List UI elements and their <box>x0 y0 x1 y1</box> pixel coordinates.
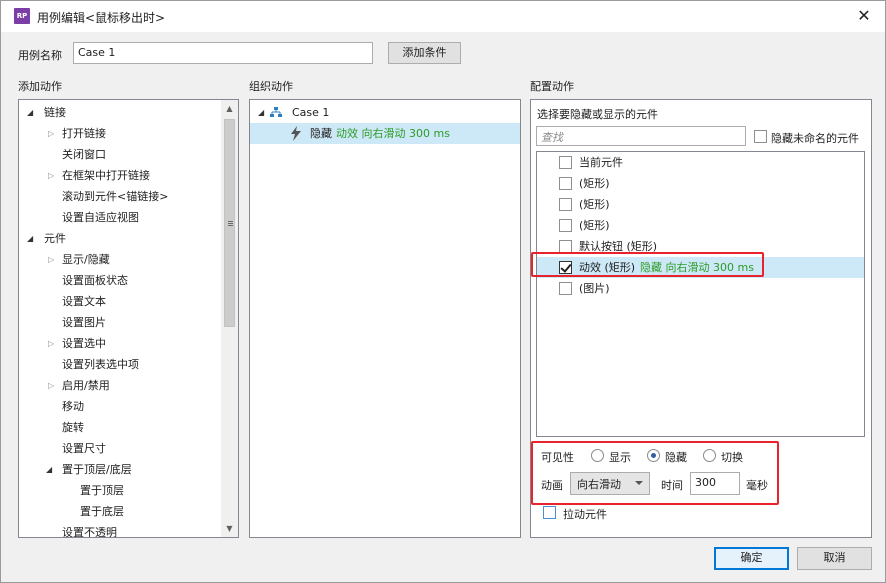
tree-item-set-size[interactable]: 设置尺寸 <box>19 438 238 459</box>
tree-item-set-adaptive-view[interactable]: 设置自适应视图 <box>19 207 238 228</box>
widget-search-input[interactable]: 查找 <box>536 126 746 146</box>
tree-item-set-text[interactable]: 设置文本 <box>19 291 238 312</box>
widget-row[interactable]: (矩形) <box>537 194 864 215</box>
add-condition-button[interactable]: 添加条件 <box>388 42 461 64</box>
tree-item-close-window[interactable]: 关闭窗口 <box>19 144 238 165</box>
tree-item-set-list-selected[interactable]: 设置列表选中项 <box>19 354 238 375</box>
cancel-button[interactable]: 取消 <box>797 547 872 570</box>
widget-checkbox[interactable] <box>559 219 572 232</box>
collapsed-triangle-icon[interactable]: ▷ <box>48 333 54 354</box>
tree-item-open-link[interactable]: ▷ 打开链接 <box>19 123 238 144</box>
widget-row[interactable]: (图片) <box>537 278 864 299</box>
tree-group-bring-front-back[interactable]: ◢ 置于顶层/底层 <box>19 459 238 480</box>
lightning-icon <box>291 126 301 141</box>
tree-item-send-to-back[interactable]: 置于底层 <box>19 501 238 522</box>
collapsed-triangle-icon[interactable]: ▷ <box>48 123 54 144</box>
tree-item-set-image[interactable]: 设置图片 <box>19 312 238 333</box>
widget-checkbox[interactable] <box>559 282 572 295</box>
tree-item-rotate[interactable]: 旋转 <box>19 417 238 438</box>
expanded-triangle-icon[interactable]: ◢ <box>258 102 264 123</box>
case-tree-icon <box>270 107 282 117</box>
add-actions-heading: 添加动作 <box>18 80 62 93</box>
collapsed-triangle-icon[interactable]: ▷ <box>48 375 54 396</box>
tree-item-move[interactable]: 移动 <box>19 396 238 417</box>
title-bar: RP 用例编辑<鼠标移出时> ✕ <box>1 1 885 32</box>
hide-unnamed-label: 隐藏未命名的元件 <box>771 132 859 145</box>
ok-button[interactable]: 确定 <box>714 547 789 570</box>
organize-actions-tree: ◢ Case 1 隐藏 动效 向右滑动 300 ms <box>249 99 521 538</box>
widget-checkbox[interactable] <box>559 156 572 169</box>
annotation-highlight-visibility-settings <box>531 441 779 505</box>
tree-group-links[interactable]: ◢ 链接 <box>19 102 238 123</box>
scroll-down-arrow-icon[interactable]: ▼ <box>221 520 238 537</box>
tree-item-set-panel-state[interactable]: 设置面板状态 <box>19 270 238 291</box>
widget-checkbox[interactable] <box>559 198 572 211</box>
tree-item-bring-to-front[interactable]: 置于顶层 <box>19 480 238 501</box>
tree-item-enable-disable[interactable]: ▷ 启用/禁用 <box>19 375 238 396</box>
add-actions-tree: ◢ 链接 ▷ 打开链接 关闭窗口 ▷ 在框架中打开链接 滚动到元件<锚链接> 设… <box>18 99 239 538</box>
close-icon[interactable]: ✕ <box>853 6 875 26</box>
expanded-triangle-icon[interactable]: ◢ <box>27 102 33 123</box>
vertical-scrollbar[interactable]: ▲ ▼ <box>221 100 238 537</box>
push-widgets-checkbox[interactable] <box>543 506 556 519</box>
case-name-input[interactable]: Case 1 <box>73 42 373 64</box>
widget-checkbox[interactable] <box>559 177 572 190</box>
widget-row[interactable]: (矩形) <box>537 215 864 236</box>
hide-unnamed-checkbox[interactable] <box>754 130 767 143</box>
case-name-label: 用例名称 <box>18 49 62 62</box>
collapsed-triangle-icon[interactable]: ▷ <box>48 249 54 270</box>
dialog-title: 用例编辑<鼠标移出时> <box>37 11 166 25</box>
annotation-highlight-selected-widget <box>531 252 764 277</box>
organize-actions-heading: 组织动作 <box>249 80 293 93</box>
tree-group-widgets[interactable]: ◢ 元件 <box>19 228 238 249</box>
case-node[interactable]: ◢ Case 1 <box>250 102 520 123</box>
expanded-triangle-icon[interactable]: ◢ <box>46 459 52 480</box>
scroll-up-arrow-icon[interactable]: ▲ <box>221 100 238 117</box>
case-editor-dialog: RP 用例编辑<鼠标移出时> ✕ 用例名称 Case 1 添加条件 添加动作 组… <box>0 0 886 583</box>
tree-item-show-hide[interactable]: ▷ 显示/隐藏 <box>19 249 238 270</box>
action-node-hide[interactable]: 隐藏 动效 向右滑动 300 ms <box>250 123 520 144</box>
push-widgets-label: 拉动元件 <box>563 508 607 521</box>
select-widgets-prompt: 选择要隐藏或显示的元件 <box>537 108 658 121</box>
configure-actions-heading: 配置动作 <box>530 80 574 93</box>
tree-item-set-opacity[interactable]: 设置不透明 <box>19 522 238 537</box>
collapsed-triangle-icon[interactable]: ▷ <box>48 165 54 186</box>
tree-item-scroll-to-widget[interactable]: 滚动到元件<锚链接> <box>19 186 238 207</box>
tree-item-set-selected[interactable]: ▷ 设置选中 <box>19 333 238 354</box>
tree-item-open-in-frame[interactable]: ▷ 在框架中打开链接 <box>19 165 238 186</box>
widget-row[interactable]: 当前元件 <box>537 152 864 173</box>
scroll-thumb[interactable] <box>224 119 235 327</box>
widget-row[interactable]: (矩形) <box>537 173 864 194</box>
expanded-triangle-icon[interactable]: ◢ <box>27 228 33 249</box>
widget-list: 当前元件 (矩形) (矩形) (矩形) 默认按钮 (矩形) 动效 (矩形) 隐藏… <box>536 151 865 437</box>
axure-app-icon: RP <box>14 8 30 24</box>
